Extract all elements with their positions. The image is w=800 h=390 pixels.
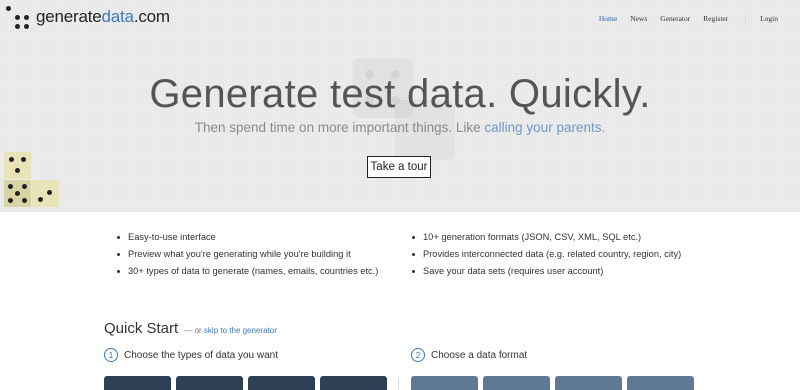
step-number: 1	[104, 348, 118, 362]
features-left: Easy-to-use interface Preview what you'r…	[115, 232, 378, 283]
hero-subtitle: Then spend time on more important things…	[194, 120, 606, 135]
nav-separator: |	[744, 13, 747, 23]
divider	[398, 378, 399, 390]
hero-title: Generate test data. Quickly.	[149, 72, 651, 116]
top-nav: Home News Generator Register | Login	[586, 13, 778, 23]
site-logo[interactable]: generatedata.com	[4, 4, 170, 30]
data-type-tile[interactable]	[320, 376, 387, 390]
feature-item: Provides interconnected data (e.g. relat…	[410, 249, 681, 266]
step-label: Choose the types of data you want	[124, 349, 278, 361]
step-number: 2	[411, 348, 425, 362]
data-format-tile[interactable]	[483, 376, 550, 390]
hero-header: generatedata.com Home News Generator Reg…	[0, 0, 800, 212]
step-label: Choose a data format	[431, 349, 528, 361]
data-type-tile[interactable]	[104, 376, 171, 390]
calling-parents-link[interactable]: calling your parents.	[484, 120, 605, 135]
quick-start-heading: Quick Start — or skip to the generator	[104, 320, 277, 337]
dice-decoration-icon	[0, 150, 60, 210]
feature-item: Preview what you're generating while you…	[115, 249, 378, 266]
data-format-tile[interactable]	[411, 376, 478, 390]
take-a-tour-button[interactable]: Take a tour	[367, 156, 431, 178]
data-format-tile[interactable]	[627, 376, 694, 390]
nav-register[interactable]: Register	[703, 14, 728, 23]
data-type-tile[interactable]	[248, 376, 315, 390]
skip-to-generator-link[interactable]: skip to the generator	[204, 326, 277, 335]
nav-news[interactable]: News	[630, 14, 647, 23]
step-two: 2 Choose a data format	[411, 348, 527, 362]
step-one: 1 Choose the types of data you want	[104, 348, 278, 362]
data-type-tile[interactable]	[176, 376, 243, 390]
nav-home[interactable]: Home	[599, 14, 617, 23]
dice-logo-icon	[4, 4, 30, 30]
data-format-tile[interactable]	[555, 376, 622, 390]
nav-generator[interactable]: Generator	[660, 14, 690, 23]
feature-item: Save your data sets (requires user accou…	[410, 266, 681, 283]
feature-item: 10+ generation formats (JSON, CSV, XML, …	[410, 232, 681, 249]
feature-item: Easy-to-use interface	[115, 232, 378, 249]
feature-item: 30+ types of data to generate (names, em…	[115, 266, 378, 283]
nav-login[interactable]: Login	[760, 14, 778, 23]
logo-text: generatedata.com	[36, 7, 170, 26]
features-right: 10+ generation formats (JSON, CSV, XML, …	[410, 232, 681, 283]
